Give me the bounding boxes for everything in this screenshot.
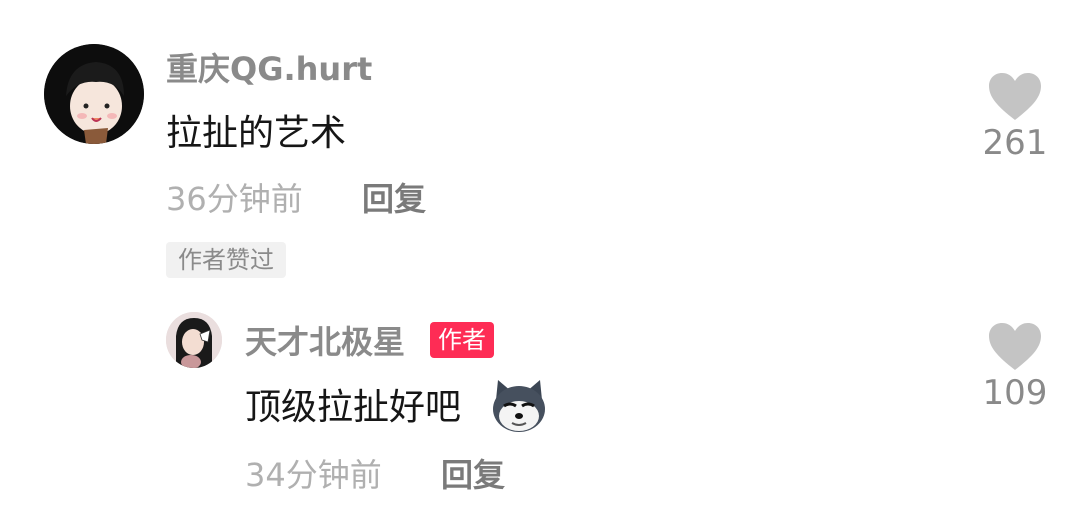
comment-reply-button[interactable]: 回复 bbox=[362, 183, 426, 215]
heart-icon[interactable] bbox=[987, 322, 1043, 372]
husky-dog-emoji bbox=[490, 378, 548, 434]
author-liked-badge: 作者赞过 bbox=[166, 242, 286, 278]
heart-icon[interactable] bbox=[987, 72, 1043, 122]
reply-like-count: 109 bbox=[982, 373, 1048, 413]
reply-avatar[interactable] bbox=[166, 312, 222, 368]
reply-like-button[interactable]: 109 bbox=[970, 322, 1060, 412]
reply-username[interactable]: 天才北极星 bbox=[245, 326, 405, 358]
reply-timestamp: 34分钟前 bbox=[245, 456, 382, 494]
comment-username[interactable]: 重庆QG.hurt bbox=[166, 53, 372, 85]
comment-text: 拉扯的艺术 bbox=[166, 113, 347, 154]
author-tag: 作者 bbox=[430, 322, 494, 358]
reply-reply-button[interactable]: 回复 bbox=[441, 459, 505, 491]
comment-timestamp: 36分钟前 bbox=[166, 180, 303, 218]
reply-text: 顶级拉扯好吧 bbox=[245, 387, 462, 428]
comment-like-button[interactable]: 261 bbox=[970, 72, 1060, 162]
comment-avatar[interactable] bbox=[44, 44, 144, 144]
comment-like-count: 261 bbox=[982, 123, 1048, 163]
